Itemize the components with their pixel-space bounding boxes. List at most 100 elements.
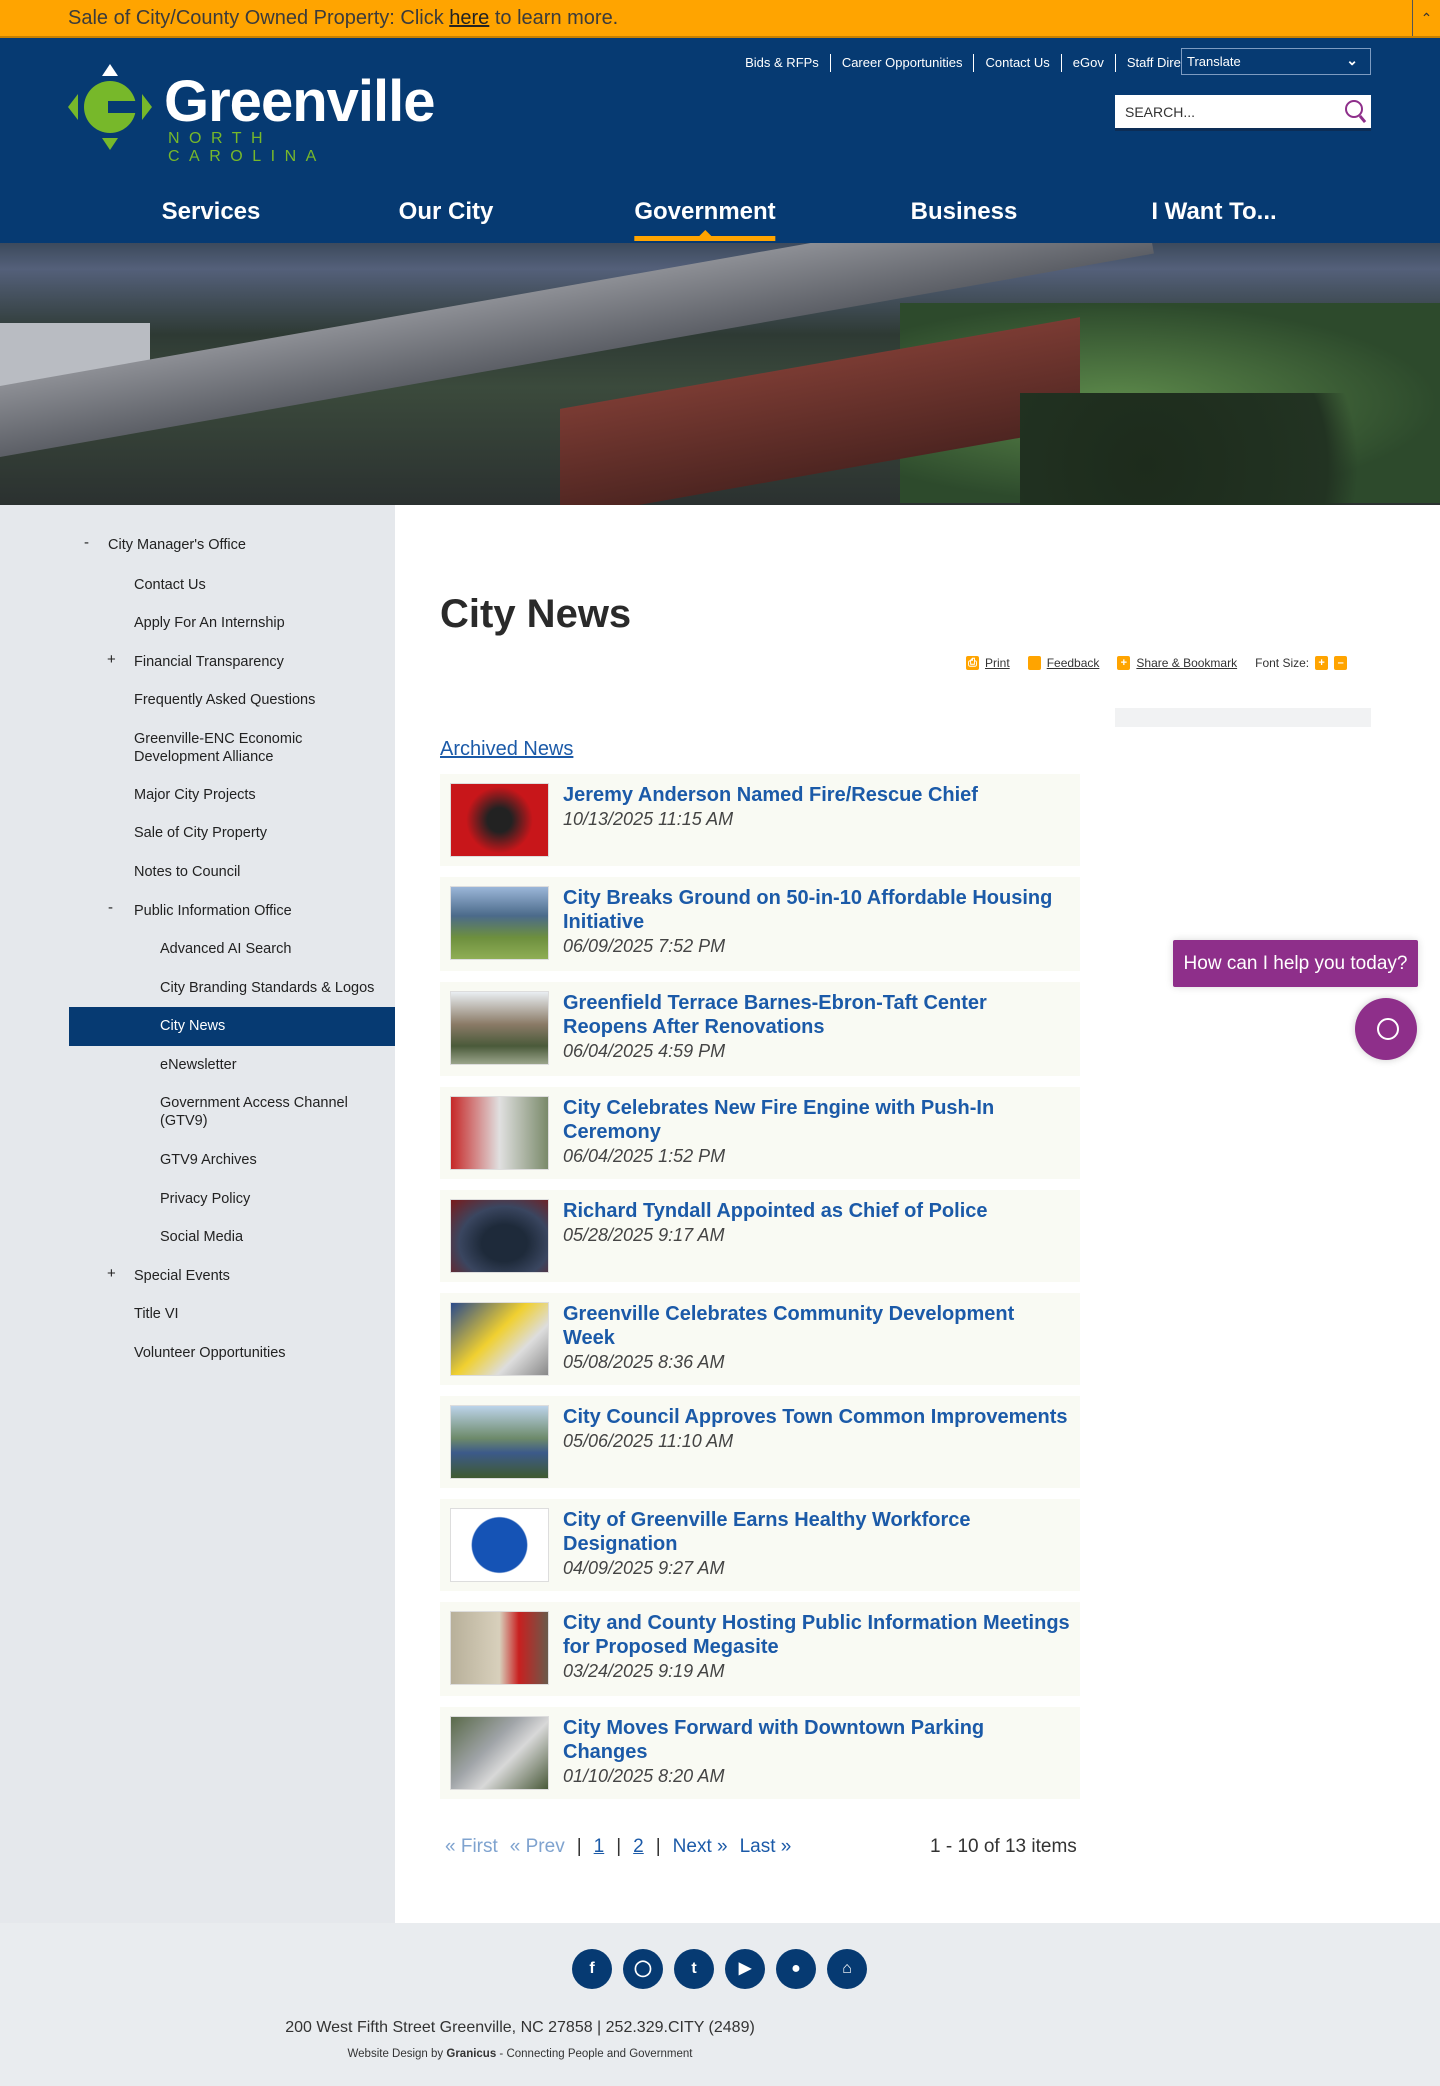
news-thumbnail[interactable] — [450, 1199, 549, 1273]
sidebar-item-enewsletter[interactable]: eNewsletter — [160, 1056, 430, 1074]
sidebar-item-public-information-office[interactable]: Public Information Office — [134, 902, 404, 920]
credit-brand-link[interactable]: Granicus — [446, 2048, 496, 2060]
news-title[interactable]: City Celebrates New Fire Engine with Pus… — [563, 1096, 1070, 1144]
sidebar-item-major-projects[interactable]: Major City Projects — [134, 786, 404, 804]
expand-toggle-events[interactable]: + — [107, 1265, 116, 1282]
news-item: Jeremy Anderson Named Fire/Rescue Chief 1… — [440, 774, 1080, 866]
sidebar-item-economic-alliance[interactable]: Greenville-ENC Economic Development Alli… — [134, 730, 334, 766]
sidebar-item-special-events[interactable]: Special Events — [134, 1267, 404, 1285]
sidebar-item-gtv9-archives[interactable]: GTV9 Archives — [160, 1151, 430, 1169]
share-link[interactable]: Share & Bookmark — [1136, 656, 1237, 670]
news-date: 06/04/2025 4:59 PM — [563, 1041, 726, 1061]
news-title[interactable]: Richard Tyndall Appointed as Chief of Po… — [563, 1199, 988, 1223]
sidebar-item-sale-property[interactable]: Sale of City Property — [134, 824, 404, 842]
news-title[interactable]: City Moves Forward with Downtown Parking… — [563, 1716, 1070, 1764]
chevron-up-icon[interactable]: ⌃ — [1412, 0, 1440, 36]
pagination: « First « Prev | 1 | 2 | Next » Last » — [445, 1836, 791, 1858]
news-title[interactable]: City and County Hosting Public Informati… — [563, 1611, 1070, 1659]
news-title[interactable]: Jeremy Anderson Named Fire/Rescue Chief — [563, 783, 978, 807]
news-thumbnail[interactable] — [450, 1096, 549, 1170]
sidebar-item-branding[interactable]: City Branding Standards & Logos — [160, 979, 430, 997]
news-thumbnail[interactable] — [450, 1611, 549, 1685]
news-title[interactable]: City of Greenville Earns Healthy Workfor… — [563, 1508, 1070, 1556]
utility-links: Bids & RFPs Career Opportunities Contact… — [734, 54, 1220, 72]
news-title[interactable]: Greenville Celebrates Community Developm… — [563, 1302, 1070, 1350]
nav-business[interactable]: Business — [911, 198, 1018, 236]
alert-message: Sale of City/County Owned Property: Clic… — [68, 7, 618, 30]
news-item: City Breaks Ground on 50-in-10 Affordabl… — [440, 877, 1080, 971]
logo[interactable]: Greenville NORTH CAROLINA — [68, 64, 435, 165]
nav-services[interactable]: Services — [162, 198, 261, 236]
snapchat-icon[interactable]: ● — [776, 1949, 816, 1989]
sidebar-item-city-managers-office[interactable]: City Manager's Office — [108, 536, 378, 554]
healthy-workforce-badge[interactable] — [450, 1508, 549, 1582]
alert-link[interactable]: here — [449, 7, 489, 29]
news-date: 01/10/2025 8:20 AM — [563, 1766, 725, 1786]
news-thumbnail[interactable] — [450, 991, 549, 1065]
util-link-contact[interactable]: Contact Us — [973, 54, 1060, 72]
search-box — [1115, 95, 1371, 131]
sidebar-item-social-media[interactable]: Social Media — [160, 1228, 430, 1246]
facebook-icon[interactable]: f — [572, 1949, 612, 1989]
util-link-bids[interactable]: Bids & RFPs — [734, 54, 830, 72]
font-increase-icon[interactable]: + — [1315, 656, 1329, 670]
sidebar-item-privacy[interactable]: Privacy Policy — [160, 1190, 430, 1208]
logo-wordmark: Greenville — [164, 69, 435, 134]
news-thumbnail[interactable] — [450, 1302, 549, 1376]
news-date: 06/04/2025 1:52 PM — [563, 1146, 726, 1166]
news-thumbnail[interactable] — [450, 1716, 549, 1790]
pager-prev: « Prev — [509, 1836, 565, 1857]
sidebar-item-internship[interactable]: Apply For An Internship — [134, 614, 404, 632]
search-icon[interactable] — [1345, 100, 1363, 118]
instagram-icon[interactable]: ◯ — [623, 1949, 663, 1989]
chat-prompt[interactable]: How can I help you today? — [1173, 940, 1418, 987]
news-title[interactable]: City Breaks Ground on 50-in-10 Affordabl… — [563, 886, 1070, 934]
expand-toggle[interactable]: + — [107, 651, 116, 668]
feedback-link[interactable]: Feedback — [1047, 656, 1100, 670]
pager-page-1[interactable]: 1 — [594, 1836, 605, 1858]
news-thumbnail[interactable] — [450, 886, 549, 960]
sidebar-item-notes-council[interactable]: Notes to Council — [134, 863, 404, 881]
archived-news-link[interactable]: Archived News — [440, 738, 573, 761]
util-link-careers[interactable]: Career Opportunities — [829, 54, 974, 72]
collapse-toggle[interactable]: - — [84, 534, 89, 551]
sidebar-item-contact-us[interactable]: Contact Us — [134, 576, 404, 594]
news-thumbnail[interactable] — [450, 783, 549, 857]
collapse-toggle-pio[interactable]: - — [108, 899, 113, 916]
font-decrease-icon[interactable]: – — [1334, 656, 1348, 670]
news-list: Jeremy Anderson Named Fire/Rescue Chief 1… — [440, 774, 1080, 1810]
sidebar-item-financial-transparency[interactable]: Financial Transparency — [134, 653, 404, 671]
sidebar-item-volunteer[interactable]: Volunteer Opportunities — [134, 1344, 404, 1362]
news-title[interactable]: City Council Approves Town Common Improv… — [563, 1405, 1068, 1429]
news-date: 05/08/2025 8:36 AM — [563, 1352, 725, 1372]
search-input[interactable] — [1115, 95, 1315, 128]
youtube-icon[interactable]: ▶ — [725, 1949, 765, 1989]
print-link[interactable]: Print — [985, 656, 1010, 670]
site-header: Greenville NORTH CAROLINA Bids & RFPs Ca… — [0, 38, 1440, 243]
chevron-down-icon: ⌄ — [1346, 52, 1358, 68]
pager-page-2[interactable]: 2 — [633, 1836, 644, 1858]
translate-select[interactable]: Translate ⌄ — [1181, 48, 1371, 75]
print-icon: ⎙ — [966, 656, 979, 670]
hero-trees — [1020, 393, 1440, 505]
nav-government[interactable]: Government — [634, 198, 776, 241]
alert-banner: Sale of City/County Owned Property: Clic… — [0, 0, 1440, 38]
font-size-label: Font Size: — [1255, 656, 1310, 670]
news-thumbnail[interactable] — [450, 1405, 549, 1479]
nav-our-city[interactable]: Our City — [399, 198, 494, 236]
pager-next[interactable]: Next » — [673, 1836, 728, 1858]
translate-label: Translate — [1187, 54, 1241, 69]
news-title[interactable]: Greenfield Terrace Barnes-Ebron-Taft Cen… — [563, 991, 1070, 1039]
nav-i-want-to[interactable]: I Want To... — [1151, 198, 1276, 236]
sidebar-item-faq[interactable]: Frequently Asked Questions — [134, 691, 404, 709]
sidebar-item-ai-search[interactable]: Advanced AI Search — [160, 940, 430, 958]
nextdoor-icon[interactable]: ⌂ — [827, 1949, 867, 1989]
twitter-icon[interactable]: t — [674, 1949, 714, 1989]
pager-last[interactable]: Last » — [740, 1836, 792, 1858]
sidebar-item-gtv9[interactable]: Government Access Channel (GTV9) — [160, 1094, 370, 1130]
util-link-egov[interactable]: eGov — [1060, 54, 1115, 72]
sidebar-item-city-news[interactable]: City News — [160, 1017, 430, 1035]
chat-icon[interactable] — [1355, 998, 1417, 1060]
logo-mark-icon — [68, 64, 152, 150]
sidebar-item-title-vi[interactable]: Title VI — [134, 1305, 404, 1323]
